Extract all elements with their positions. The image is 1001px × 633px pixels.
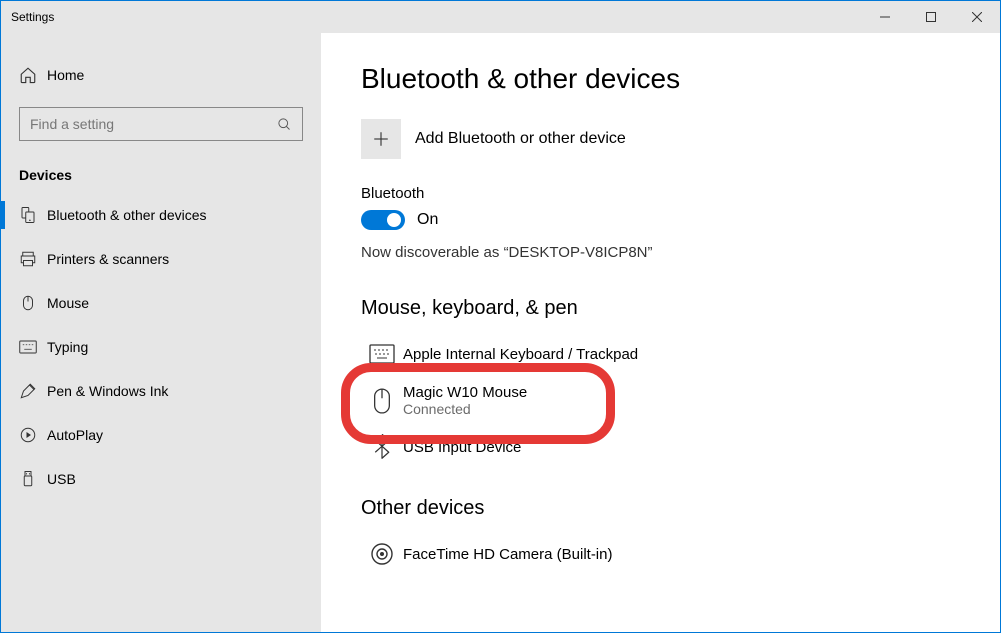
- search-input[interactable]: [30, 116, 277, 132]
- sidebar-item-label: AutoPlay: [47, 427, 103, 443]
- camera-icon: [361, 542, 403, 566]
- titlebar: Settings: [1, 1, 1000, 33]
- home-icon: [19, 66, 47, 84]
- search-icon: [277, 117, 292, 132]
- device-name: Apple Internal Keyboard / Trackpad: [403, 346, 638, 363]
- device-name: USB Input Device: [403, 439, 521, 456]
- autoplay-icon: [19, 426, 47, 444]
- device-row[interactable]: FaceTime HD Camera (Built-in): [361, 534, 960, 574]
- bluetooth-toggle[interactable]: [361, 210, 405, 230]
- page-title: Bluetooth & other devices: [361, 63, 960, 95]
- plus-icon: [361, 119, 401, 159]
- section-other-devices: Other devices: [361, 497, 960, 520]
- sidebar-item-usb[interactable]: USB: [1, 457, 321, 501]
- add-device-button[interactable]: Add Bluetooth or other device: [361, 119, 960, 159]
- titlebar-controls: [862, 1, 1000, 33]
- mouse-icon: [19, 294, 47, 312]
- device-name: FaceTime HD Camera (Built-in): [403, 546, 612, 563]
- keyboard-icon: [19, 340, 47, 354]
- sidebar-item-typing[interactable]: Typing: [1, 325, 321, 369]
- sidebar-item-mouse[interactable]: Mouse: [1, 281, 321, 325]
- pen-icon: [19, 382, 47, 400]
- window-title: Settings: [11, 10, 54, 24]
- mouse-icon: [361, 387, 403, 415]
- close-button[interactable]: [954, 1, 1000, 33]
- device-name: Magic W10 Mouse: [403, 384, 527, 401]
- sidebar-item-label: Mouse: [47, 295, 89, 311]
- sidebar: Home Devices Bluetooth & other devices P…: [1, 33, 321, 632]
- sidebar-item-home[interactable]: Home: [1, 53, 321, 97]
- device-row[interactable]: Apple Internal Keyboard / Trackpad: [361, 334, 960, 374]
- sidebar-item-pen-windows-ink[interactable]: Pen & Windows Ink: [1, 369, 321, 413]
- device-row[interactable]: USB Input Device: [361, 427, 960, 467]
- sidebar-item-label: Pen & Windows Ink: [47, 383, 168, 399]
- bluetooth-state-label: On: [417, 211, 438, 229]
- content-pane: Bluetooth & other devices Add Bluetooth …: [321, 33, 1000, 632]
- usb-icon: [19, 470, 47, 488]
- printer-icon: [19, 250, 47, 268]
- search-box[interactable]: [19, 107, 303, 141]
- sidebar-item-autoplay[interactable]: AutoPlay: [1, 413, 321, 457]
- device-status: Connected: [403, 401, 527, 417]
- keyboard-icon: [361, 344, 403, 364]
- sidebar-item-label: Bluetooth & other devices: [47, 207, 207, 223]
- minimize-button[interactable]: [862, 1, 908, 33]
- bluetooth-devices-icon: [19, 206, 47, 224]
- section-mouse-keyboard-pen: Mouse, keyboard, & pen: [361, 297, 960, 320]
- sidebar-item-label: USB: [47, 471, 76, 487]
- sidebar-item-printers-scanners[interactable]: Printers & scanners: [1, 237, 321, 281]
- add-device-label: Add Bluetooth or other device: [415, 130, 626, 148]
- sidebar-heading: Devices: [1, 153, 321, 193]
- sidebar-item-label: Printers & scanners: [47, 251, 169, 267]
- sidebar-item-bluetooth-other-devices[interactable]: Bluetooth & other devices: [1, 193, 321, 237]
- sidebar-label-home: Home: [47, 67, 84, 83]
- maximize-button[interactable]: [908, 1, 954, 33]
- device-row[interactable]: Magic W10 Mouse Connected: [361, 374, 960, 427]
- bluetooth-heading: Bluetooth: [361, 185, 960, 202]
- sidebar-item-label: Typing: [47, 339, 88, 355]
- discoverable-text: Now discoverable as “DESKTOP-V8ICP8N”: [361, 244, 960, 261]
- bluetooth-icon: [361, 434, 403, 460]
